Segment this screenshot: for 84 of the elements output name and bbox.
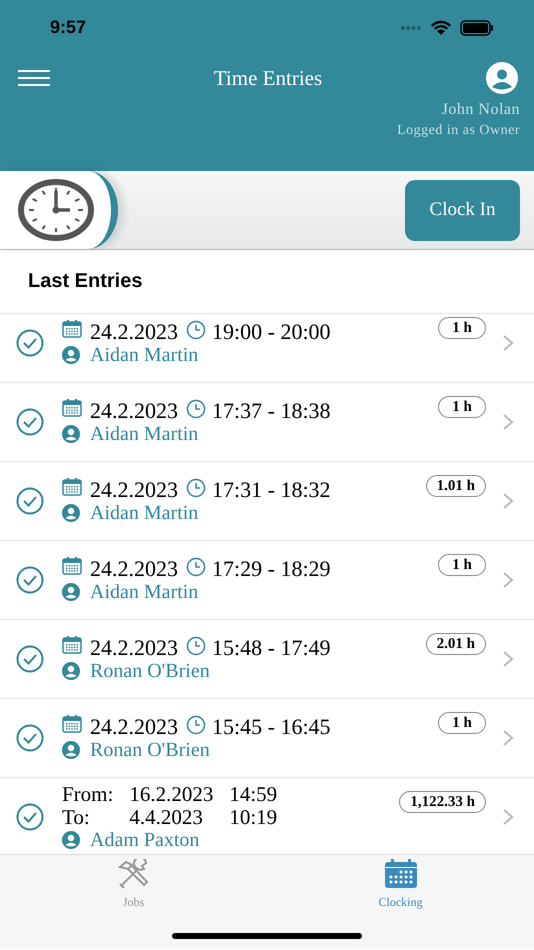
person-icon xyxy=(62,346,80,364)
hours-badge: 1,122.33 h xyxy=(399,791,486,813)
chevron-right-icon xyxy=(502,334,514,352)
clock-icon xyxy=(18,179,94,241)
wifi-icon xyxy=(430,20,452,36)
checkmark-icon xyxy=(16,566,44,594)
clock-icon xyxy=(186,478,206,498)
employee-name: Aidan Martin xyxy=(90,581,198,603)
entry-row[interactable]: 24.2.2023 17:37 - 18:38 Aidan Martin 1 h xyxy=(0,383,534,462)
entry-time-range: 19:00 - 20:00 xyxy=(212,320,331,344)
chevron-right-icon xyxy=(502,729,514,747)
employee-name: Aidan Martin xyxy=(90,502,198,524)
hours-badge: 1 h xyxy=(438,396,486,418)
entry-date: 24.2.2023 xyxy=(90,478,178,502)
profile-icon[interactable] xyxy=(486,62,518,94)
entry-date: 24.2.2023 xyxy=(90,399,178,423)
entry-time-range: 17:31 - 18:32 xyxy=(212,478,331,502)
entry-row[interactable]: 24.2.2023 15:45 - 16:45 Ronan O'Brien 1 h xyxy=(0,699,534,778)
calendar-icon xyxy=(62,399,82,417)
person-icon xyxy=(62,504,80,522)
user-name: John Nolan xyxy=(442,101,520,119)
to-label: To: xyxy=(62,806,91,829)
screen-title: Time Entries xyxy=(214,66,322,90)
checkmark-icon xyxy=(16,645,44,673)
employee-name: Aidan Martin xyxy=(90,344,198,366)
clock-icon xyxy=(186,399,206,419)
calendar-icon xyxy=(62,715,82,733)
entry-date: 24.2.2023 xyxy=(90,557,178,581)
clock-icon xyxy=(186,715,206,735)
clock-icon xyxy=(186,636,206,656)
chevron-right-icon xyxy=(502,492,514,510)
person-icon xyxy=(62,741,80,759)
from-label: From: xyxy=(62,783,114,806)
from-time: 14:59 xyxy=(229,783,278,806)
user-role: Logged in as Owner xyxy=(397,123,520,139)
person-icon xyxy=(62,425,80,443)
entry-row[interactable]: 24.2.2023 15:48 - 17:49 Ronan O'Brien 2.01 h xyxy=(0,620,534,699)
employee-name: Ronan O'Brien xyxy=(90,739,210,761)
person-icon xyxy=(62,662,80,680)
hours-badge: 2.01 h xyxy=(426,633,486,655)
entry-time-range: 15:48 - 17:49 xyxy=(212,636,331,660)
to-time: 10:19 xyxy=(229,806,278,829)
calendar-icon xyxy=(62,557,82,575)
employee-name: Adam Paxton xyxy=(90,829,200,851)
checkmark-icon xyxy=(16,487,44,515)
calendar-icon xyxy=(62,636,82,654)
checkmark-icon xyxy=(16,803,44,831)
calendar-icon xyxy=(382,859,418,889)
entry-row[interactable]: 24.2.2023 19:00 - 20:00 Aidan Martin 1 h xyxy=(0,314,534,383)
hours-badge: 1.01 h xyxy=(426,475,486,497)
to-date: 4.4.2023 xyxy=(129,806,204,829)
checkmark-icon xyxy=(16,408,44,436)
chevron-right-icon xyxy=(502,571,514,589)
person-icon xyxy=(62,583,80,601)
entry-row[interactable]: 24.2.2023 17:31 - 18:32 Aidan Martin 1.01 h xyxy=(0,462,534,541)
battery-icon xyxy=(460,20,494,36)
entry-row[interactable]: 24.2.2023 17:29 - 18:29 Aidan Martin 1 h xyxy=(0,541,534,620)
hours-badge: 1 h xyxy=(438,317,486,339)
hours-badge: 1 h xyxy=(438,554,486,576)
chevron-right-icon xyxy=(502,413,514,431)
employee-name: Ronan O'Brien xyxy=(90,660,210,682)
status-time: 9:57 xyxy=(50,17,86,38)
from-date: 16.2.2023 xyxy=(129,783,214,806)
person-icon xyxy=(62,831,80,849)
clock-icon xyxy=(186,557,206,577)
employee-name: Aidan Martin xyxy=(90,423,198,445)
checkmark-icon xyxy=(16,724,44,752)
chevron-right-icon xyxy=(502,808,514,826)
clock-in-button[interactable]: Clock In xyxy=(405,180,520,240)
entry-date: 24.2.2023 xyxy=(90,715,178,739)
calendar-icon xyxy=(62,320,82,338)
entry-date: 24.2.2023 xyxy=(90,320,178,344)
entry-time-range: 15:45 - 16:45 xyxy=(212,715,331,739)
entry-date: 24.2.2023 xyxy=(90,636,178,660)
hours-badge: 1 h xyxy=(438,712,486,734)
section-heading: Last Entries xyxy=(0,250,534,314)
calendar-icon xyxy=(62,478,82,496)
chevron-right-icon xyxy=(502,650,514,668)
entry-time-range: 17:37 - 18:38 xyxy=(212,399,331,423)
entry-time-range: 17:29 - 18:29 xyxy=(212,557,331,581)
clock-icon xyxy=(186,320,206,340)
checkmark-icon xyxy=(16,329,44,357)
signal-icon xyxy=(400,24,422,30)
menu-icon[interactable] xyxy=(18,69,50,87)
